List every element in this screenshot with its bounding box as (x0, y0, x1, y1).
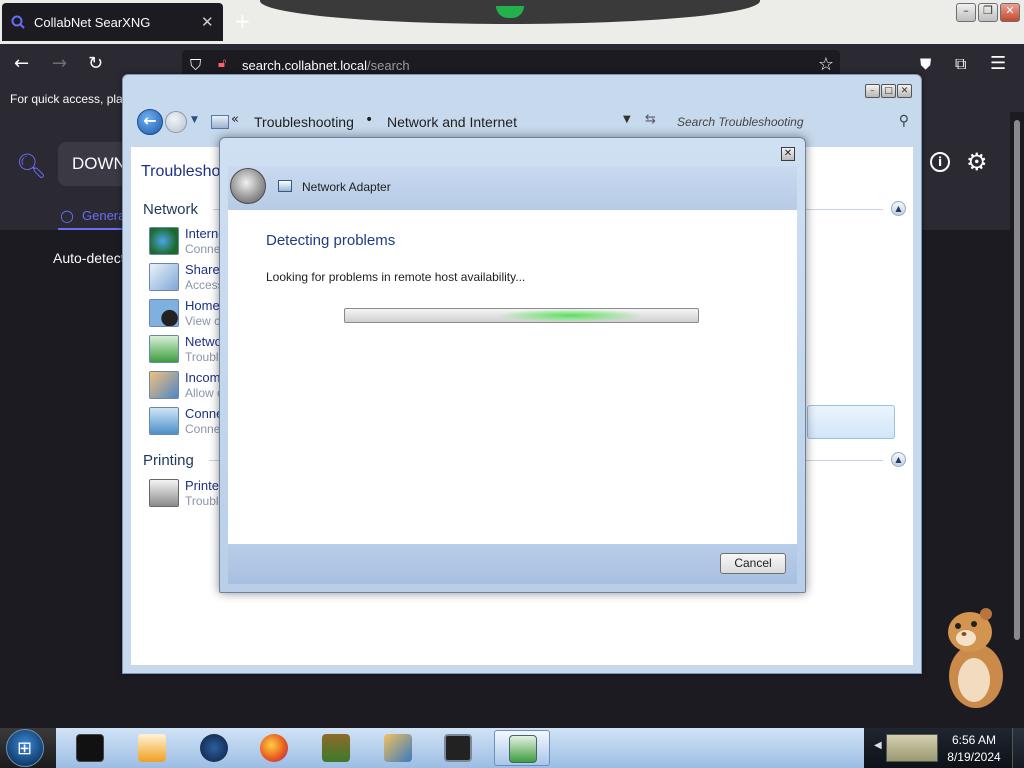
firefox-icon (260, 734, 288, 762)
address-bar: ← ▼ « Troubleshooting • Network and Inte… (133, 109, 913, 135)
indeterminate-progress-bar (344, 308, 699, 323)
taskbar-app-network-troubleshooter[interactable] (494, 730, 550, 766)
pocket-icon[interactable]: ⛊ (920, 54, 931, 74)
taskbar: ⊞ ◀ 6:56 AM 8/19/2024 (0, 728, 1024, 768)
hamster-desktop-pet (948, 608, 1003, 708)
cp-forward-button[interactable] (165, 111, 187, 133)
taskbar-app-media-player[interactable] (124, 730, 180, 766)
cancel-button[interactable]: Cancel (720, 553, 786, 574)
forward-icon[interactable]: → (52, 54, 67, 74)
breadcrumb-separator[interactable]: • (365, 112, 373, 128)
show-desktop-button[interactable] (1012, 728, 1024, 768)
network-adapter-icon (149, 335, 179, 363)
refresh-icon[interactable]: ⇆ (645, 112, 656, 127)
restore-button[interactable]: ❐ (978, 3, 998, 22)
close-window-button[interactable]: ✕ (1000, 3, 1020, 22)
dialog-title: Detecting problems (266, 232, 396, 249)
page-scrollbar[interactable] (1010, 112, 1024, 728)
taskbar-app-box-game[interactable] (308, 730, 364, 766)
settings-gear-icon[interactable]: ⚙ (966, 148, 988, 176)
dialog-back-button[interactable] (230, 168, 266, 204)
menu-icon[interactable]: ☰ (990, 54, 1006, 74)
search-icon[interactable]: 🔍︎ (16, 152, 46, 180)
language-auto-detect[interactable]: Auto-detect (53, 250, 123, 266)
start-button[interactable]: ⊞ (6, 729, 44, 767)
section-printing-title: Printing (143, 452, 194, 469)
dialog-footer: Cancel (228, 544, 797, 584)
cp-minimize-button[interactable]: – (865, 84, 880, 98)
globe-icon (200, 734, 228, 762)
breadcrumb-network-internet[interactable]: Network and Internet (387, 114, 517, 130)
terminal-icon (76, 734, 104, 762)
box-game-icon (322, 734, 350, 762)
cp-close-button[interactable]: ✕ (897, 84, 912, 98)
cp-search-icon[interactable]: ⚲ (899, 113, 909, 129)
show-hidden-icons-icon[interactable]: ◀ (874, 740, 882, 751)
network-troubleshooter-icon (509, 735, 537, 763)
network-tool-icon (384, 734, 412, 762)
control-panel-icon (211, 115, 229, 129)
dialog-header-title: Network Adapter (302, 180, 391, 194)
network-adapter-icon (278, 180, 292, 192)
dialog-close-button[interactable]: ✕ (781, 147, 795, 161)
shared-folder-icon (149, 263, 179, 291)
taskbar-app-globe[interactable] (186, 730, 242, 766)
address-dropdown-icon[interactable]: ▼ (623, 114, 631, 125)
extensions-icon[interactable]: ⧉ (955, 54, 966, 74)
bookmark-star-icon[interactable]: ☆ (818, 54, 834, 75)
breadcrumb-troubleshooting[interactable]: Troubleshooting (254, 114, 354, 130)
taskbar-app-network-tool[interactable] (370, 730, 426, 766)
network-status-icon[interactable] (886, 734, 938, 762)
clock-time[interactable]: 6:56 AM (942, 733, 1006, 747)
info-icon[interactable]: i (930, 152, 950, 172)
dialog-content: Detecting problems Looking for problems … (228, 210, 797, 544)
cp-back-button[interactable]: ← (137, 109, 163, 135)
taskbar-app-terminal[interactable] (62, 730, 118, 766)
media-player-icon (138, 734, 166, 762)
insecure-lock-icon[interactable]: 🔓︎ (218, 56, 226, 71)
back-icon[interactable]: ← (14, 54, 29, 74)
breadcrumb-overflow-icon[interactable]: « (231, 112, 239, 127)
monitor-icon (444, 734, 472, 762)
cp-search-input[interactable]: Search Troubleshooting ⚲ (673, 112, 913, 133)
searxng-favicon-icon (11, 15, 25, 29)
section-network-title: Network (143, 201, 199, 218)
clock-date[interactable]: 8/19/2024 (942, 750, 1006, 764)
browser-tab-strip: CollabNet SearXNG ✕ + – ❐ ✕ (0, 0, 1024, 44)
bookmarks-hint: For quick access, place your bookmarks h… (10, 92, 125, 106)
tab-title: CollabNet SearXNG (34, 15, 151, 30)
selected-item-highlight (807, 405, 895, 439)
collapse-printing-icon[interactable]: ▲ (891, 452, 906, 467)
homegroup-icon (149, 299, 179, 327)
new-tab-button[interactable]: + (234, 9, 251, 33)
dialog-header: Network Adapter (228, 166, 797, 210)
minimize-button[interactable]: – (956, 3, 976, 22)
taskbar-app-monitor[interactable] (430, 730, 486, 766)
printer-icon (149, 479, 179, 507)
theme-decoration (260, 0, 760, 24)
dialog-status-text: Looking for problems in remote host avai… (266, 270, 526, 284)
url-text[interactable]: search.collabnet.local/search (242, 58, 410, 73)
taskbar-app-firefox[interactable] (246, 730, 302, 766)
incoming-connections-icon (149, 371, 179, 399)
tab-close-icon[interactable]: ✕ (201, 13, 214, 31)
troubleshooter-dialog: ✕ Network Adapter Detecting problems Loo… (219, 137, 806, 593)
windows-logo-icon: ⊞ (17, 738, 33, 759)
tracking-shield-icon[interactable]: ⛉ (190, 56, 201, 74)
general-category-icon: ○ (60, 206, 74, 225)
cp-maximize-button[interactable]: □ (881, 84, 896, 98)
collapse-network-icon[interactable]: ▲ (891, 201, 906, 216)
reload-icon[interactable]: ↻ (88, 54, 103, 74)
browser-tab[interactable]: CollabNet SearXNG ✕ (2, 3, 223, 41)
system-tray: ◀ 6:56 AM 8/19/2024 (864, 728, 1024, 768)
recent-pages-icon[interactable]: ▼ (191, 115, 198, 125)
workplace-connection-icon (149, 407, 179, 435)
globe-network-icon (149, 227, 179, 255)
